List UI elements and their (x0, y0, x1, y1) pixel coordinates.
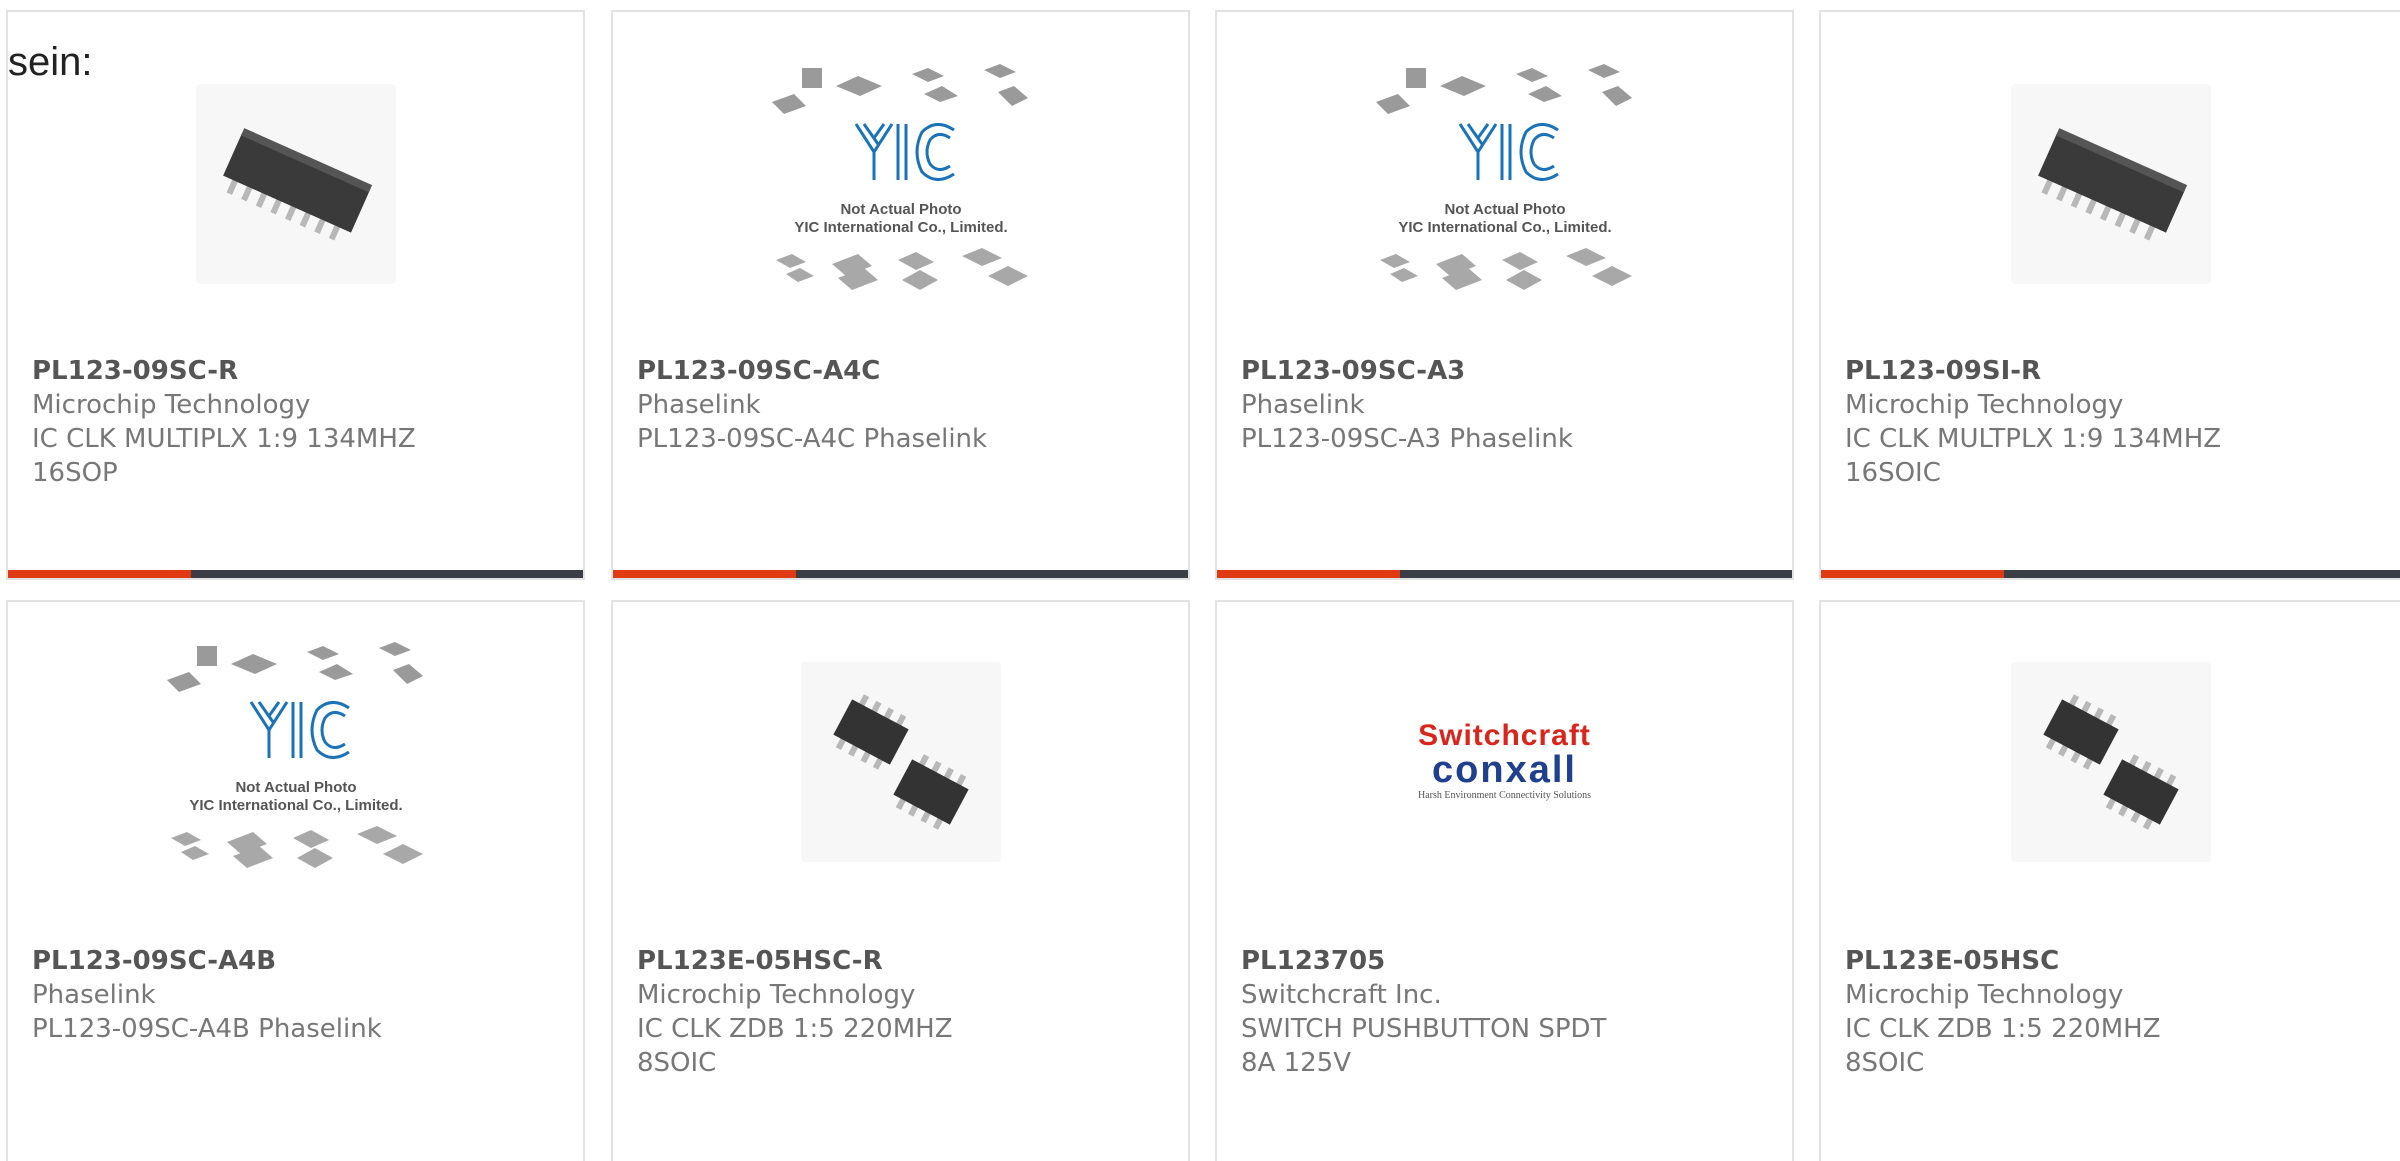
card-progress-bar (1821, 570, 2400, 578)
switchcraft-logo-line2: conxall (1432, 749, 1577, 791)
manufacturer: Phaselink (32, 980, 156, 1010)
description: SWITCH PUSHBUTTON SPDT 8A 125V (1241, 1014, 1607, 1078)
description: IC CLK MULTIPLX 1:9 134MHZ 16SOP (32, 424, 416, 488)
product-card[interactable]: Not Actual Photo YIC International Co., … (6, 600, 585, 1161)
description: IC CLK ZDB 1:5 220MHZ 8SOIC (637, 1014, 953, 1078)
part-number[interactable]: PL123-09SC-A4B (32, 944, 432, 978)
manufacturer: Phaselink (1241, 390, 1365, 420)
product-card[interactable]: PL123E-05HSC-R Microchip Technology IC C… (611, 600, 1190, 1161)
card-progress-bar (8, 570, 583, 578)
product-card[interactable]: Switchcraft conxall Harsh Environment Co… (1215, 600, 1794, 1161)
product-info: PL123-09SI-R Microchip Technology IC CLK… (1845, 354, 2245, 490)
manufacturer: Microchip Technology (637, 980, 916, 1010)
product-card[interactable]: PL123-09SI-R Microchip Technology IC CLK… (1819, 10, 2400, 580)
product-card[interactable]: PL123E-05HSC Microchip Technology IC CLK… (1819, 600, 2400, 1161)
product-card[interactable]: Not Actual Photo YIC International Co., … (1215, 10, 1794, 580)
yic-caption-line1: Not Actual Photo (235, 779, 356, 796)
prefix-text: sein: (8, 40, 93, 84)
card-progress-bar (613, 570, 1188, 578)
card-progress-accent (613, 570, 796, 578)
switchcraft-logo-line1: Switchcraft (1418, 719, 1591, 752)
manufacturer: Switchcraft Inc. (1241, 980, 1442, 1010)
soic8-chips-icon[interactable] (1976, 662, 2246, 862)
soic16-chip-icon[interactable] (161, 84, 431, 284)
card-progress-accent (8, 570, 191, 578)
part-number[interactable]: PL123705 (1241, 944, 1641, 978)
product-info: PL123-09SC-A4B Phaselink PL123-09SC-A4B … (32, 944, 432, 1046)
switchcraft-logo-line3: Harsh Environment Connectivity Solutions (1417, 790, 1592, 801)
part-number[interactable]: PL123-09SC-R (32, 354, 432, 388)
description: PL123-09SC-A3 Phaselink (1241, 424, 1573, 454)
yic-caption-line1: Not Actual Photo (1444, 201, 1565, 218)
manufacturer: Microchip Technology (32, 390, 311, 420)
yic-placeholder-icon[interactable]: Not Actual Photo YIC International Co., … (161, 642, 431, 868)
yic-placeholder-icon[interactable]: Not Actual Photo YIC International Co., … (766, 64, 1036, 290)
yic-placeholder-icon[interactable]: Not Actual Photo YIC International Co., … (1370, 64, 1640, 290)
description: IC CLK ZDB 1:5 220MHZ 8SOIC (1845, 1014, 2161, 1078)
description: PL123-09SC-A4C Phaselink (637, 424, 988, 454)
part-number[interactable]: PL123-09SI-R (1845, 354, 2245, 388)
product-info: PL123-09SC-R Microchip Technology IC CLK… (32, 354, 432, 490)
manufacturer: Phaselink (637, 390, 761, 420)
yic-caption-line2: YIC International Co., Limited. (189, 797, 402, 814)
product-info: PL123E-05HSC Microchip Technology IC CLK… (1845, 944, 2245, 1080)
manufacturer: Microchip Technology (1845, 390, 2124, 420)
part-number[interactable]: PL123E-05HSC (1845, 944, 2245, 978)
part-number[interactable]: PL123-09SC-A4C (637, 354, 1037, 388)
description: IC CLK MULTPLX 1:9 134MHZ 16SOIC (1845, 424, 2222, 488)
description: PL123-09SC-A4B Phaselink (32, 1014, 382, 1044)
product-grid: PL123-09SC-R Microchip Technology IC CLK… (0, 0, 2400, 1161)
part-number[interactable]: PL123-09SC-A3 (1241, 354, 1641, 388)
product-info: PL123705 Switchcraft Inc. SWITCH PUSHBUT… (1241, 944, 1641, 1080)
product-card[interactable]: PL123-09SC-R Microchip Technology IC CLK… (6, 10, 585, 580)
yic-caption-line2: YIC International Co., Limited. (794, 219, 1007, 236)
card-progress-bar (1217, 570, 1792, 578)
yic-caption-line2: YIC International Co., Limited. (1398, 219, 1611, 236)
product-card[interactable]: Not Actual Photo YIC International Co., … (611, 10, 1190, 580)
switchcraft-logo[interactable]: Switchcraft conxall Harsh Environment Co… (1370, 662, 1640, 862)
soic16-chip-icon[interactable] (1976, 84, 2246, 284)
product-info: PL123-09SC-A3 Phaselink PL123-09SC-A3 Ph… (1241, 354, 1641, 456)
product-info: PL123-09SC-A4C Phaselink PL123-09SC-A4C … (637, 354, 1037, 456)
yic-caption-line1: Not Actual Photo (840, 201, 961, 218)
part-number[interactable]: PL123E-05HSC-R (637, 944, 1037, 978)
manufacturer: Microchip Technology (1845, 980, 2124, 1010)
card-progress-accent (1821, 570, 2004, 578)
soic8-chips-icon[interactable] (766, 662, 1036, 862)
card-progress-accent (1217, 570, 1400, 578)
product-info: PL123E-05HSC-R Microchip Technology IC C… (637, 944, 1037, 1080)
